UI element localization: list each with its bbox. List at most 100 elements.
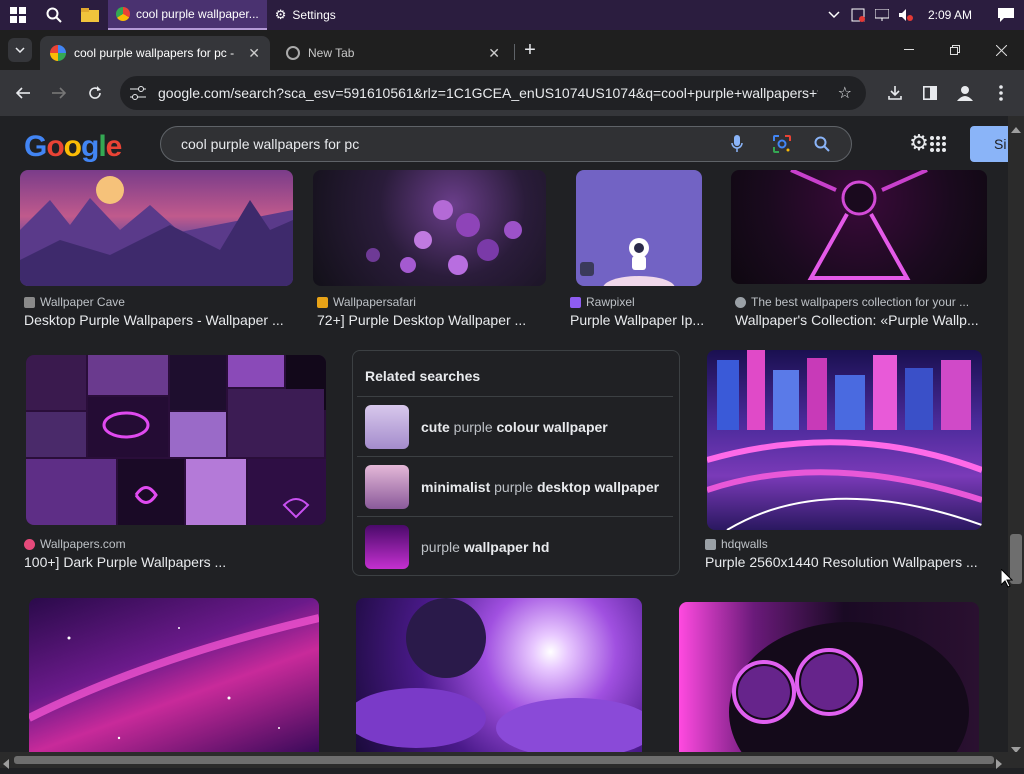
source-name: Wallpapers.com bbox=[40, 537, 126, 551]
taskbar-app-label: cool purple wallpaper... bbox=[136, 7, 259, 21]
bookmark-star-icon[interactable]: ☆ bbox=[838, 83, 852, 103]
google-logo[interactable]: Google bbox=[24, 130, 122, 164]
scroll-left-arrow-icon[interactable] bbox=[3, 756, 11, 769]
search-input[interactable]: cool purple wallpapers for pc bbox=[160, 126, 852, 162]
tab-strip: cool purple wallpapers for pc - Go ✕ New… bbox=[0, 30, 1024, 70]
minimize-button[interactable] bbox=[886, 30, 932, 70]
restore-button[interactable] bbox=[932, 30, 978, 70]
source-favicon bbox=[317, 296, 328, 308]
browser-toolbar: google.com/search?sca_esv=591610561&rlz=… bbox=[0, 70, 1024, 116]
tab-google-search[interactable]: cool purple wallpapers for pc - Go ✕ bbox=[40, 36, 270, 70]
google-lens-icon[interactable] bbox=[772, 134, 792, 154]
new-tab-button[interactable]: + bbox=[518, 38, 542, 62]
apps-grid-icon[interactable] bbox=[928, 134, 948, 154]
reload-button[interactable] bbox=[80, 78, 110, 108]
chrome-icon bbox=[116, 7, 130, 21]
related-searches-heading: Related searches bbox=[365, 368, 481, 384]
search-submit-icon[interactable] bbox=[812, 134, 832, 154]
chevron-up-icon[interactable] bbox=[822, 0, 846, 30]
result-image[interactable] bbox=[679, 602, 979, 752]
google-header: Google cool purple wallpapers for pc ⚙ S… bbox=[0, 116, 1010, 170]
result-title[interactable]: Purple Wallpaper Ip... bbox=[570, 312, 710, 328]
search-icon[interactable] bbox=[36, 0, 72, 30]
scroll-right-arrow-icon[interactable] bbox=[996, 756, 1004, 769]
google-icon bbox=[50, 45, 66, 61]
scroll-down-arrow-icon[interactable] bbox=[1011, 740, 1021, 753]
result-source[interactable]: The best wallpapers collection for your … bbox=[735, 295, 985, 309]
result-source[interactable]: Wallpapers.com bbox=[24, 537, 126, 551]
result-title[interactable]: Desktop Purple Wallpapers - Wallpaper ..… bbox=[24, 312, 294, 328]
close-icon[interactable]: ✕ bbox=[488, 45, 500, 62]
result-source[interactable]: Wallpaper Cave bbox=[24, 295, 125, 309]
source-name: hdqwalls bbox=[721, 537, 768, 551]
tab-search-button[interactable] bbox=[8, 38, 32, 62]
result-title[interactable]: Wallpaper's Collection: «Purple Wallp... bbox=[735, 312, 985, 328]
url-text: google.com/search?sca_esv=591610561&rlz=… bbox=[158, 85, 818, 101]
horizontal-scrollbar-thumb[interactable] bbox=[14, 756, 994, 764]
result-image[interactable] bbox=[576, 170, 702, 286]
astronaut-icon bbox=[580, 238, 675, 286]
source-favicon bbox=[24, 538, 35, 550]
file-explorer-icon[interactable] bbox=[72, 0, 108, 30]
tab-divider bbox=[514, 44, 515, 60]
result-source[interactable]: hdqwalls bbox=[705, 537, 768, 551]
result-source[interactable]: Wallpapersafari bbox=[317, 295, 416, 309]
related-search-item[interactable]: purple wallpaper hd bbox=[357, 516, 673, 576]
back-button[interactable] bbox=[8, 78, 38, 108]
scroll-up-arrow-icon[interactable] bbox=[1011, 120, 1021, 133]
result-image[interactable] bbox=[29, 598, 319, 752]
network-icon[interactable] bbox=[870, 0, 894, 30]
result-image[interactable] bbox=[356, 598, 642, 752]
related-search-item[interactable]: cute purple colour wallpaper bbox=[357, 396, 673, 456]
tab-label: New Tab bbox=[308, 46, 355, 60]
volume-muted-icon[interactable] bbox=[894, 0, 918, 30]
clock[interactable]: 2:09 AM bbox=[918, 8, 982, 22]
close-icon[interactable]: ✕ bbox=[248, 45, 260, 62]
result-title[interactable]: 72+] Purple Desktop Wallpaper ... bbox=[317, 312, 547, 328]
result-title[interactable]: Purple 2560x1440 Resolution Wallpapers .… bbox=[705, 554, 985, 570]
side-panel-icon[interactable] bbox=[915, 78, 945, 108]
scrollbar-corner bbox=[1008, 752, 1024, 768]
related-search-text: purple wallpaper hd bbox=[421, 538, 550, 555]
tab-label: cool purple wallpapers for pc - Go bbox=[74, 46, 234, 60]
result-image[interactable] bbox=[313, 170, 546, 286]
related-search-item[interactable]: minimalist purple desktop wallpaper bbox=[357, 456, 673, 516]
windows-start-icon[interactable] bbox=[0, 0, 36, 30]
source-name: Wallpaper Cave bbox=[40, 295, 125, 309]
radiation-symbol-icon bbox=[790, 170, 928, 280]
source-favicon bbox=[735, 296, 746, 308]
security-icon[interactable] bbox=[846, 0, 870, 30]
gear-icon: ⚙ bbox=[274, 7, 287, 22]
notifications-icon[interactable] bbox=[988, 0, 1024, 30]
result-image[interactable] bbox=[731, 170, 987, 284]
related-search-text: minimalist purple desktop wallpaper bbox=[421, 478, 660, 495]
sign-in-button[interactable]: Si bbox=[970, 126, 1010, 162]
result-image[interactable] bbox=[26, 355, 326, 525]
result-image[interactable] bbox=[20, 170, 293, 286]
tab-new-tab[interactable]: New Tab ✕ bbox=[276, 36, 510, 70]
mouse-cursor-icon bbox=[1000, 567, 1014, 593]
source-name: Rawpixel bbox=[586, 295, 635, 309]
address-bar[interactable]: google.com/search?sca_esv=591610561&rlz=… bbox=[120, 76, 866, 110]
close-window-button[interactable] bbox=[978, 30, 1024, 70]
taskbar-app-chrome[interactable]: cool purple wallpaper... bbox=[108, 0, 267, 30]
source-name: The best wallpapers collection for your … bbox=[751, 295, 970, 309]
related-thumbnail bbox=[365, 524, 409, 569]
site-settings-icon[interactable] bbox=[130, 86, 146, 100]
windows-taskbar: cool purple wallpaper... ⚙ Settings 2:09… bbox=[0, 0, 1024, 30]
menu-icon[interactable] bbox=[986, 78, 1016, 108]
source-favicon bbox=[570, 296, 581, 308]
download-icon[interactable] bbox=[880, 78, 910, 108]
taskbar-app-label: Settings bbox=[292, 8, 336, 22]
microphone-icon[interactable] bbox=[727, 134, 747, 154]
result-image[interactable] bbox=[707, 350, 982, 530]
taskbar-app-settings[interactable]: ⚙ Settings bbox=[267, 0, 344, 30]
settings-gear-icon[interactable]: ⚙ bbox=[908, 130, 930, 155]
result-source[interactable]: Rawpixel bbox=[570, 295, 635, 309]
profile-icon[interactable] bbox=[950, 78, 980, 108]
source-name: Wallpapersafari bbox=[333, 295, 416, 309]
forward-button[interactable] bbox=[44, 78, 74, 108]
result-title[interactable]: 100+] Dark Purple Wallpapers ... bbox=[24, 554, 324, 570]
clouds-sun-icon bbox=[356, 598, 642, 752]
vertical-scrollbar[interactable] bbox=[1008, 116, 1024, 752]
